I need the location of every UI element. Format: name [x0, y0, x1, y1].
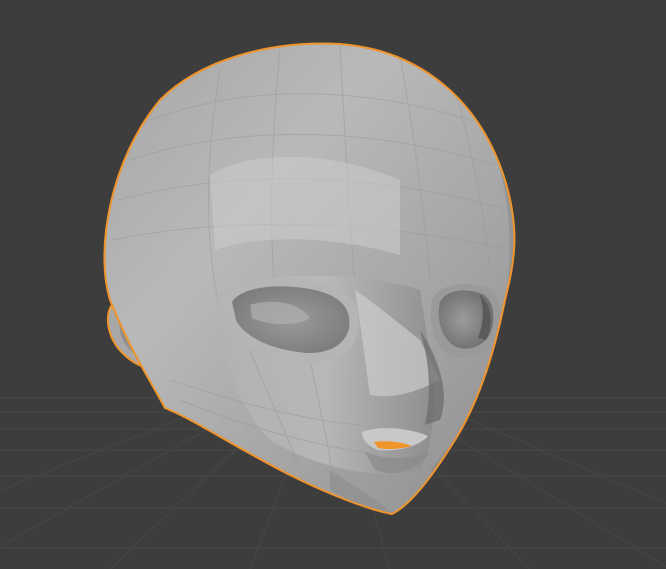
- 3d-viewport[interactable]: [0, 0, 666, 569]
- viewport-canvas[interactable]: [0, 0, 666, 569]
- head-mesh[interactable]: [103, 42, 560, 516]
